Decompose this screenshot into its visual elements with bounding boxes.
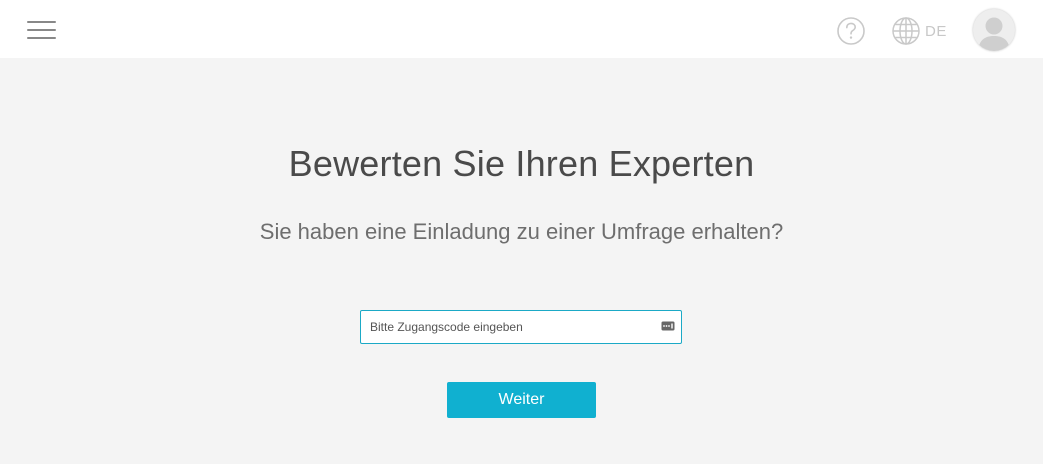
top-bar: DE [0, 0, 1043, 58]
user-avatar-icon [978, 17, 1010, 51]
help-button[interactable] [836, 16, 866, 46]
weiter-button[interactable]: Weiter [447, 382, 596, 418]
language-label: DE [925, 22, 947, 40]
main-content: Bewerten Sie Ihren Experten Sie haben ei… [0, 58, 1043, 464]
page-title: Bewerten Sie Ihren Experten [288, 143, 755, 184]
question-circle-icon [837, 17, 865, 45]
access-code-field[interactable] [360, 310, 682, 344]
globe-icon [892, 17, 920, 45]
language-selector[interactable]: DE [891, 16, 947, 46]
access-code-input[interactable] [361, 311, 660, 343]
password-key-icon[interactable] [661, 320, 675, 332]
page-subtitle: Sie haben eine Einladung zu einer Umfrag… [259, 219, 784, 244]
hamburger-menu-icon[interactable] [27, 18, 57, 42]
user-avatar[interactable] [973, 9, 1015, 51]
